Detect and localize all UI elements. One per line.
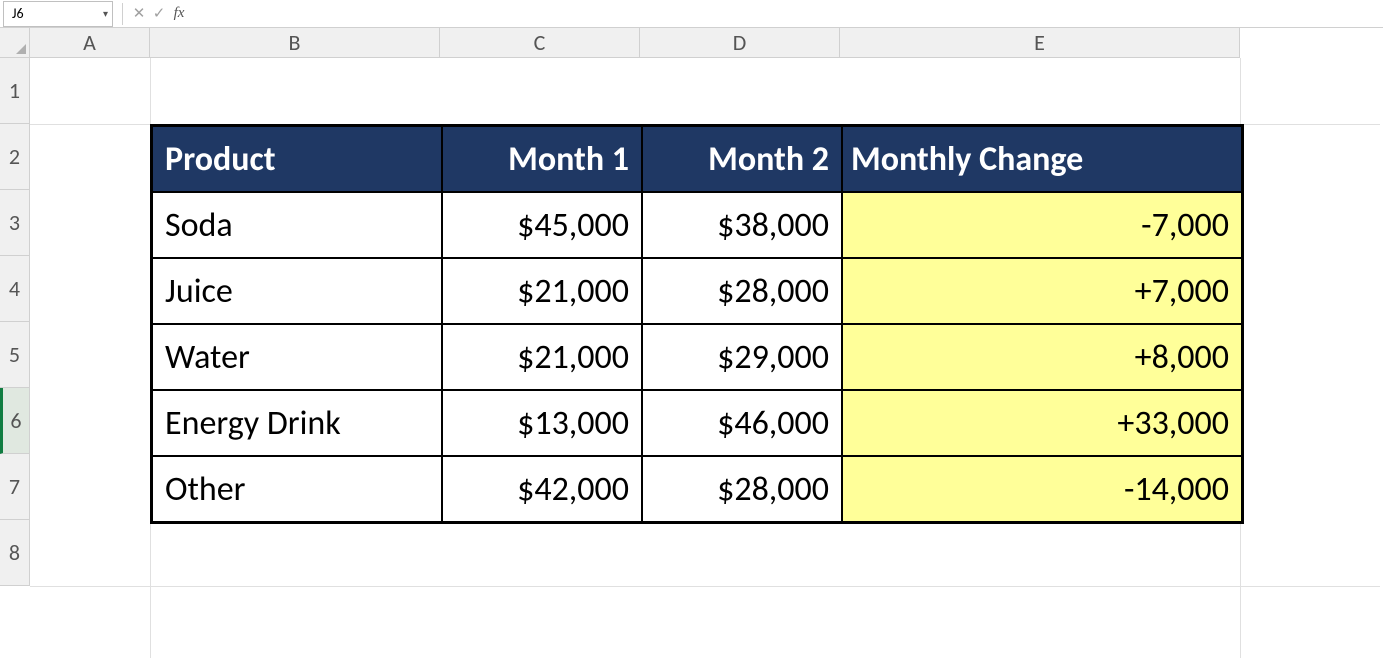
- column-header-A[interactable]: A: [30, 28, 150, 58]
- row-header-column: 1 2 3 4 5 6 7 8: [0, 58, 30, 586]
- column-header-C[interactable]: C: [440, 28, 640, 58]
- formula-bar: J6 ▾ ✕ ✓ fx: [0, 0, 1383, 28]
- chevron-down-icon[interactable]: ▾: [103, 7, 108, 20]
- row-header-4[interactable]: 4: [0, 256, 30, 322]
- cell-month2[interactable]: $38,000: [642, 192, 842, 258]
- table-row: Soda $45,000 $38,000 -7,000: [152, 192, 1242, 258]
- row-header-8[interactable]: 8: [0, 520, 30, 586]
- column-header-E[interactable]: E: [840, 28, 1240, 58]
- divider: [122, 3, 123, 25]
- column-header-row: A B C D E: [30, 28, 1240, 58]
- cell-product[interactable]: Juice: [152, 258, 442, 324]
- formula-input[interactable]: [189, 2, 1383, 26]
- cell-product[interactable]: Energy Drink: [152, 390, 442, 456]
- table-row: Other $42,000 $28,000 -14,000: [152, 456, 1242, 522]
- table-row: Energy Drink $13,000 $46,000 +33,000: [152, 390, 1242, 456]
- select-all-corner[interactable]: [0, 28, 30, 58]
- cell-month2[interactable]: $28,000: [642, 258, 842, 324]
- cell-month2[interactable]: $28,000: [642, 456, 842, 522]
- cell-month1[interactable]: $42,000: [442, 456, 642, 522]
- cell-product[interactable]: Soda: [152, 192, 442, 258]
- cell-change[interactable]: +7,000: [842, 258, 1242, 324]
- cell-change[interactable]: -14,000: [842, 456, 1242, 522]
- cell-month2[interactable]: $29,000: [642, 324, 842, 390]
- header-month1[interactable]: Month 1: [442, 126, 642, 192]
- header-product[interactable]: Product: [152, 126, 442, 192]
- cell-product[interactable]: Other: [152, 456, 442, 522]
- column-header-D[interactable]: D: [640, 28, 840, 58]
- row-header-7[interactable]: 7: [0, 454, 30, 520]
- column-header-B[interactable]: B: [150, 28, 440, 58]
- cell-change[interactable]: +33,000: [842, 390, 1242, 456]
- accept-formula-icon[interactable]: ✓: [149, 4, 169, 23]
- header-change[interactable]: Monthly Change: [842, 126, 1242, 192]
- cell-month1[interactable]: $13,000: [442, 390, 642, 456]
- table-header-row: Product Month 1 Month 2 Monthly Change: [152, 126, 1242, 192]
- cell-product[interactable]: Water: [152, 324, 442, 390]
- spreadsheet-grid[interactable]: A B C D E 1 2 3 4 5 6 7 8 Product Month …: [0, 28, 1383, 631]
- cell-change[interactable]: -7,000: [842, 192, 1242, 258]
- fx-icon[interactable]: fx: [169, 5, 189, 22]
- cell-month2[interactable]: $46,000: [642, 390, 842, 456]
- table-row: Water $21,000 $29,000 +8,000: [152, 324, 1242, 390]
- row-header-6[interactable]: 6: [0, 388, 30, 454]
- gridline: [30, 586, 1380, 587]
- table-row: Juice $21,000 $28,000 +7,000: [152, 258, 1242, 324]
- row-header-2[interactable]: 2: [0, 124, 30, 190]
- row-header-3[interactable]: 3: [0, 190, 30, 256]
- cell-month1[interactable]: $45,000: [442, 192, 642, 258]
- row-header-5[interactable]: 5: [0, 322, 30, 388]
- cell-change[interactable]: +8,000: [842, 324, 1242, 390]
- data-table: Product Month 1 Month 2 Monthly Change S…: [150, 124, 1244, 524]
- cell-month1[interactable]: $21,000: [442, 258, 642, 324]
- name-box[interactable]: J6 ▾: [3, 1, 113, 27]
- name-box-text: J6: [12, 5, 24, 22]
- header-month2[interactable]: Month 2: [642, 126, 842, 192]
- cancel-formula-icon[interactable]: ✕: [129, 4, 149, 23]
- cell-month1[interactable]: $21,000: [442, 324, 642, 390]
- row-header-1[interactable]: 1: [0, 58, 30, 124]
